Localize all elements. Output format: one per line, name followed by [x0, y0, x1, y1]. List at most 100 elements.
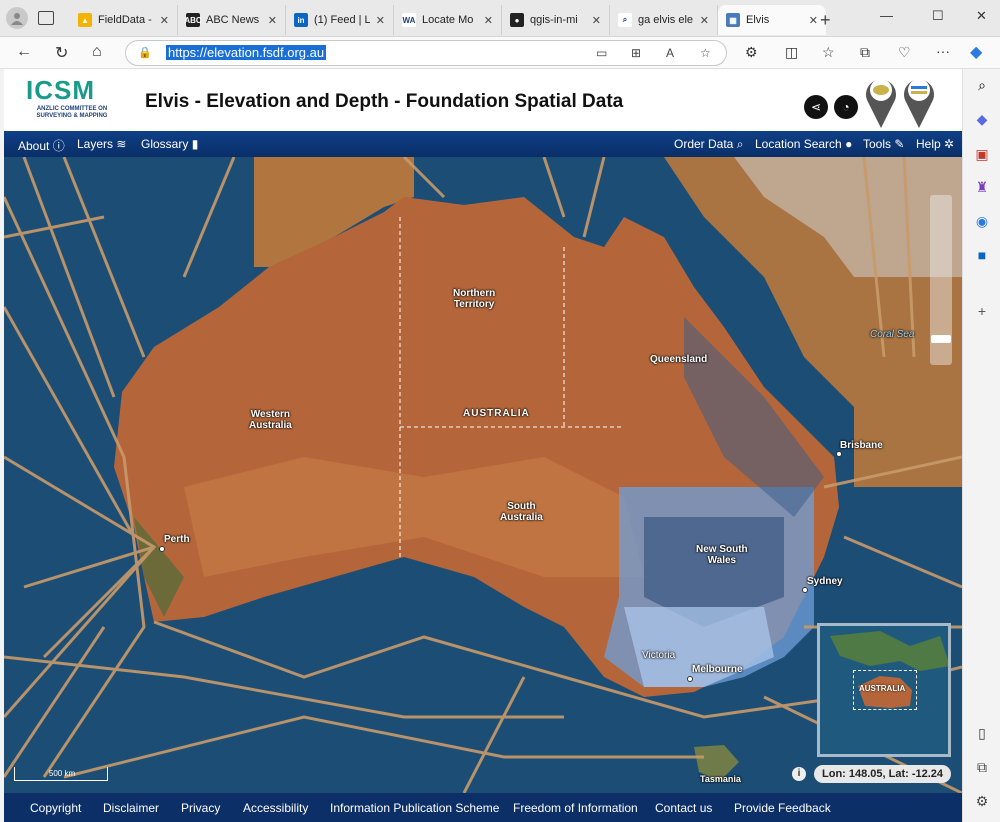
sidebar-panel-icon[interactable]: ▯	[972, 725, 992, 745]
menu-layers[interactable]: Layers ≋	[77, 137, 126, 151]
favorites-icon[interactable]: ☆	[822, 44, 835, 61]
help-network-icon: ✲	[944, 137, 955, 151]
footer-link-disclaimer[interactable]: Disclaimer	[103, 801, 159, 815]
home-icon[interactable]: ⌂	[92, 43, 102, 61]
lock-icon[interactable]: 🔒	[138, 46, 152, 59]
map-view[interactable]: Coral Sea Northern Territory Queensland …	[4, 157, 962, 793]
tab-close-icon[interactable]: ✕	[592, 14, 601, 27]
menu-order-data[interactable]: Order Data ⌕	[674, 137, 743, 152]
city-melbourne: Melbourne	[692, 664, 743, 675]
city-dot	[836, 451, 842, 457]
elvis-pin-icon[interactable]	[864, 74, 898, 130]
close-window-icon[interactable]: ✕	[976, 8, 987, 24]
footer-link-feedback[interactable]: Provide Feedback	[734, 801, 831, 815]
url-field[interactable]: 🔒 https://elevation.fsdf.org.au ▭ ⊞ A ☆	[125, 40, 727, 66]
footer-link-accessibility[interactable]: Accessibility	[243, 801, 308, 815]
city-dot	[802, 587, 808, 593]
footer-link-privacy[interactable]: Privacy	[181, 801, 220, 815]
tab-close-icon[interactable]: ✕	[376, 14, 385, 27]
zoom-slider-thumb[interactable]	[931, 335, 951, 343]
label-victoria: Victoria	[642, 650, 676, 661]
footer-link-contact[interactable]: Contact us	[655, 801, 712, 815]
browser-sidebar: ⌕ ◆ ▣ ♜ ◉ ■ + ▯ ⧉ ⚙	[962, 69, 1000, 822]
shopping-tag-icon[interactable]: ◆	[972, 111, 992, 131]
split-screen-icon[interactable]: ◫	[785, 44, 798, 61]
app-available-icon[interactable]: ▭	[596, 46, 607, 60]
url-text: https://elevation.fsdf.org.au	[166, 45, 327, 60]
aperture-icon[interactable]: ◔	[834, 95, 858, 119]
browser-tab[interactable]: ▦ Elvis ✕	[718, 5, 826, 35]
browser-tab[interactable]: ● qgis-in-mi ✕	[502, 5, 610, 35]
zoom-slider[interactable]	[930, 195, 952, 365]
label-australia: AUSTRALIA	[463, 408, 530, 419]
new-tab-icon[interactable]: +	[820, 10, 831, 31]
profile-avatar-icon[interactable]	[6, 7, 28, 29]
tab-bar: ▲ FieldData - ✕ ABC ABC News ✕ in (1) Feed | L ✕…	[0, 0, 1000, 37]
overview-map[interactable]: AUSTRALIA	[817, 623, 951, 757]
outlook-icon[interactable]: ■	[972, 247, 992, 267]
browser-window: ▲ FieldData - ✕ ABC ABC News ✕ in (1) Feed | L ✕…	[0, 0, 1000, 822]
translate-icon[interactable]: ⊞	[631, 46, 641, 60]
browser-tab[interactable]: ▲ FieldData - ✕	[70, 5, 178, 35]
info-button[interactable]: i	[792, 767, 806, 781]
tab-close-icon[interactable]: ✕	[160, 14, 169, 27]
pencil-icon: ✎	[894, 137, 905, 151]
tab-close-icon[interactable]: ✕	[268, 14, 277, 27]
menu-help[interactable]: Help ✲	[916, 137, 954, 151]
back-icon[interactable]: ←	[16, 43, 32, 61]
menu-about[interactable]: About ⓘ	[18, 137, 65, 154]
icsm-logo[interactable]: ICSM ANZLIC COMMITTEE ON SURVEYING & MAP…	[26, 75, 126, 127]
menu-location-search[interactable]: Location Search ●	[755, 137, 852, 151]
tab-close-icon[interactable]: ✕	[484, 14, 493, 27]
label-tasmania: Tasmania	[700, 774, 741, 784]
refresh-icon[interactable]: ↻	[55, 43, 68, 63]
info-icon: ⓘ	[52, 139, 65, 153]
minimize-icon[interactable]: —	[880, 8, 893, 23]
microsoft365-icon[interactable]: ◉	[972, 213, 992, 233]
book-icon: ▮	[191, 137, 199, 151]
tab-favicon-icon: in	[294, 13, 308, 27]
tab-close-icon[interactable]: ✕	[809, 14, 818, 27]
games-icon[interactable]: ♜	[972, 179, 992, 199]
tab-favicon-icon: ●	[510, 13, 524, 27]
address-bar: ← ↻ ⌂ 🔒 https://elevation.fsdf.org.au ▭ …	[0, 37, 1000, 69]
browser-tab[interactable]: in (1) Feed | L ✕	[286, 5, 394, 35]
settings-gear-icon[interactable]: ⚙	[972, 793, 992, 813]
footer-link-copyright[interactable]: Copyright	[30, 801, 81, 815]
main-menu: About ⓘ Layers ≋ Glossary ▮ Order Data ⌕…	[4, 131, 962, 157]
tab-title: ABC News	[206, 14, 260, 26]
add-sidebar-app-icon[interactable]: +	[972, 303, 992, 323]
label-new-south-wales: New South Wales	[696, 544, 748, 566]
map-pin-icon: ●	[845, 137, 853, 151]
tab-actions-icon[interactable]	[38, 11, 54, 25]
page-title: Elvis - Elevation and Depth - Foundation…	[145, 91, 624, 112]
menu-glossary[interactable]: Glossary ▮	[141, 137, 198, 151]
copilot-icon[interactable]: ◆	[970, 42, 982, 62]
tab-title: qgis-in-mi	[530, 14, 578, 26]
footer-link-ips[interactable]: Information Publication Scheme	[330, 801, 499, 815]
tools-briefcase-icon[interactable]: ▣	[972, 146, 992, 166]
tab-close-icon[interactable]: ✕	[700, 14, 709, 27]
elevation-pin-icon[interactable]	[902, 74, 936, 130]
footer-link-foi[interactable]: Freedom of Information	[513, 801, 638, 815]
tab-title: ga elvis ele	[638, 14, 694, 26]
browser-tab[interactable]: ABC ABC News ✕	[178, 5, 286, 35]
scale-label: 500 km	[48, 769, 76, 778]
label-northern-territory: Northern Territory	[453, 288, 496, 310]
screenshot-icon[interactable]: ⧉	[972, 759, 992, 779]
extensions-icon[interactable]: ⚙	[745, 44, 758, 61]
share-icon[interactable]: ⋖	[804, 95, 828, 119]
menu-tools[interactable]: Tools ✎	[863, 137, 904, 151]
label-queensland: Queensland	[650, 354, 708, 365]
read-aloud-icon[interactable]: A	[666, 46, 674, 60]
logo-text: ICSM	[26, 75, 95, 105]
logo-subtitle: ANZLIC COMMITTEE ON SURVEYING & MAPPING	[36, 106, 108, 119]
maximize-icon[interactable]: ☐	[932, 8, 944, 24]
search-icon[interactable]: ⌕	[972, 77, 992, 97]
collections-icon[interactable]: ⧉	[860, 44, 870, 61]
favorite-star-icon[interactable]: ☆	[700, 46, 711, 60]
browser-tab[interactable]: WA Locate Mo ✕	[394, 5, 502, 35]
browser-essentials-icon[interactable]: ♡	[898, 44, 911, 61]
browser-tab[interactable]: ⌕ ga elvis ele ✕	[610, 5, 718, 35]
more-menu-icon[interactable]: ···	[936, 43, 950, 59]
